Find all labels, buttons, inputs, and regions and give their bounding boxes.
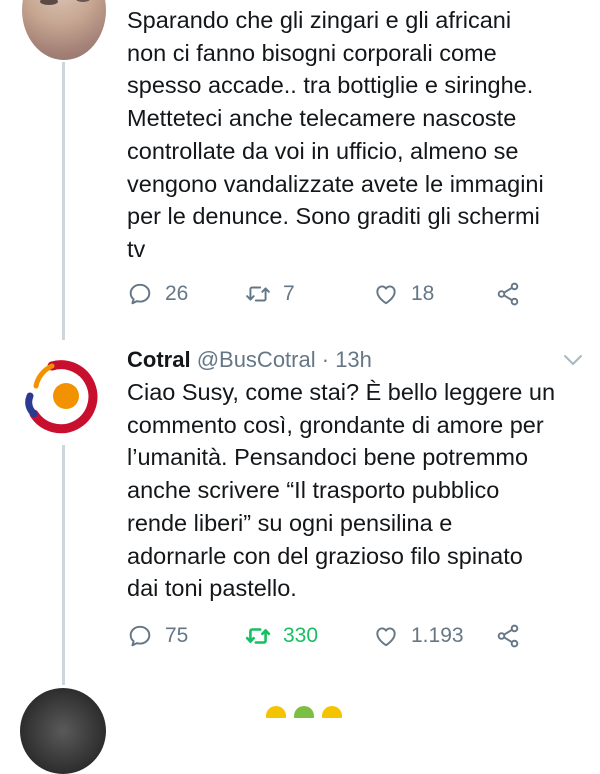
cotral-logo-avatar[interactable] — [22, 356, 102, 436]
tweet-2-line: commento così, grondante di amore per — [127, 411, 544, 438]
like-count: 18 — [411, 282, 435, 305]
like-icon — [376, 285, 396, 305]
reply-button[interactable]: 26 — [127, 281, 188, 307]
retweet-icon — [245, 628, 271, 644]
reply-icon — [129, 283, 151, 305]
header-separator: · — [315, 347, 336, 372]
like-button[interactable]: 1.193 — [373, 623, 464, 649]
like-icon — [376, 627, 396, 647]
chevron-down-icon[interactable] — [562, 352, 584, 368]
share-button[interactable] — [495, 281, 521, 307]
retweet-button[interactable]: 330 — [245, 623, 318, 649]
retweet-button[interactable]: 7 — [245, 281, 295, 307]
avatar-user[interactable] — [22, 0, 106, 60]
reply-button[interactable]: 75 — [127, 623, 188, 649]
like-count: 1.193 — [411, 624, 464, 647]
share-icon — [497, 282, 519, 306]
tweet-1-line: vengono vandalizzate avete le immagini — [127, 170, 544, 197]
author-handle[interactable]: @BusCotral — [197, 347, 316, 372]
tweet-2-actions: 75 330 1.193 — [127, 623, 567, 653]
tweet-time[interactable]: 13h — [335, 347, 372, 372]
tweet-1-line: tv — [127, 235, 146, 262]
tweet-2-line: Ciao Susy, come stai? È bello leggere un — [127, 379, 556, 405]
share-icon — [497, 624, 519, 648]
tweet-2-line: dai toni pastello. — [127, 575, 297, 602]
tweet-2-line: adornarle con del grazioso filo spinato — [127, 542, 523, 569]
tweet-1-line: controllate da voi in ufficio, almeno se — [127, 137, 519, 164]
tweet-2-line: anche scrivere “Il trasporto pubblico — [127, 477, 500, 504]
reply-icon — [129, 625, 151, 647]
thread-line-top — [62, 62, 65, 340]
tweet-1-text: Sparando che gli zingari e gli africani … — [127, 4, 587, 266]
tweet-1-line: Metteteci anche telecamere nascoste — [127, 105, 517, 132]
avatar-eye — [76, 0, 90, 2]
retweet-count: 330 — [283, 624, 319, 647]
retweet-icon — [246, 286, 270, 302]
retweet-count: 7 — [283, 282, 295, 305]
tweet-2-header: Cotral @BusCotral · 13h — [127, 346, 372, 374]
avatar-eye — [40, 0, 58, 5]
tweet-2-line: rende liberi” su ogni pensilina e — [127, 509, 453, 536]
author-name[interactable]: Cotral — [127, 347, 191, 372]
tweet-1-line: spesso accade.. tra bottiglie e siringhe… — [127, 72, 534, 99]
tweet-1-actions: 26 7 18 — [127, 281, 567, 311]
like-button[interactable]: 18 — [373, 281, 434, 307]
thread-line-bottom — [62, 445, 65, 685]
reply-count: 75 — [165, 624, 189, 647]
emoji-peek-icon — [266, 706, 342, 718]
tweet-1-line: per le denunce. Sono graditi gli schermi — [127, 203, 540, 230]
reply-count: 26 — [165, 282, 189, 305]
share-button[interactable] — [495, 623, 521, 649]
tweet-2-line: l’umanità. Pensandoci bene potremmo — [127, 444, 529, 471]
tweet-1-line: Sparando che gli zingari e gli africani — [127, 7, 512, 33]
tweet-1-line: non ci fanno bisogni corporali come — [127, 39, 497, 66]
avatar-next-user[interactable] — [20, 688, 106, 774]
tweet-2-text: Ciao Susy, come stai? È bello leggere un… — [127, 376, 587, 605]
